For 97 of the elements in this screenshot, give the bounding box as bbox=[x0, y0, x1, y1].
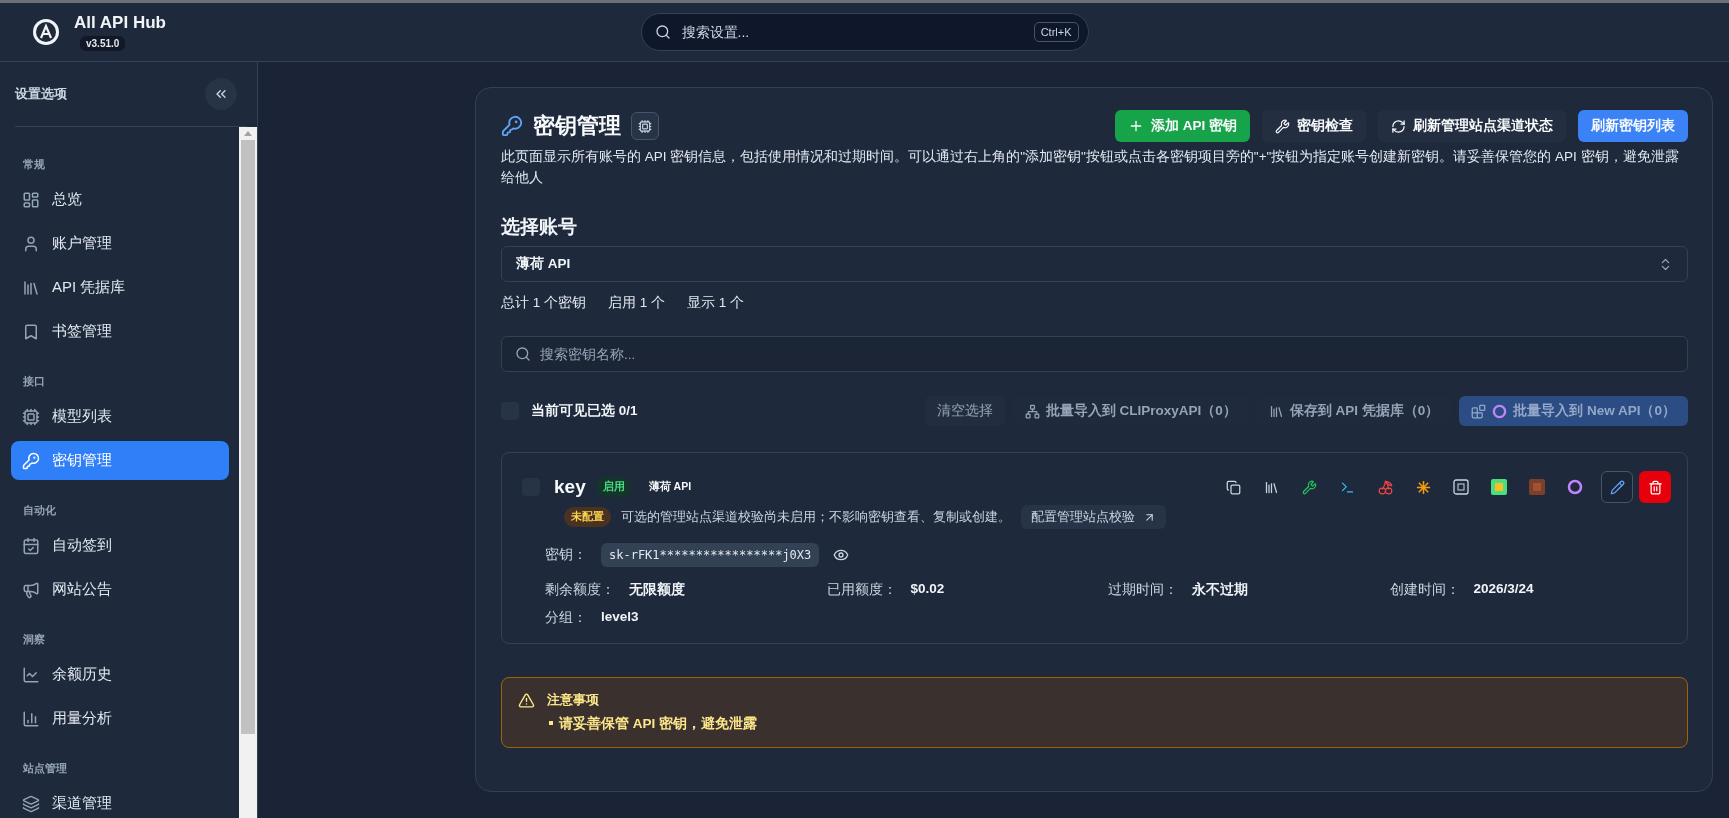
field-value: $0.02 bbox=[910, 581, 945, 598]
page-description: 此页面显示所有账号的 API 密钥信息，包括使用情况和过期时间。可以通过右上角的"添加密钥"按钮或点击各密钥项目旁的"+"按钮为指定账号创建新密钥。请妥善保管您的 API 密钥，避免泄露给他人 bbox=[501, 148, 1680, 187]
megaphone-icon bbox=[22, 580, 40, 599]
refresh-icon bbox=[1391, 118, 1406, 134]
sidebar-item[interactable]: 密钥管理 bbox=[11, 441, 229, 480]
notice-title: 注意事项 bbox=[547, 692, 600, 709]
terminal-icon bbox=[1339, 479, 1355, 495]
wrench-icon bbox=[1275, 118, 1290, 134]
field-label: 创建时间： bbox=[1389, 581, 1460, 599]
eye-icon bbox=[833, 547, 850, 563]
sidebar-item[interactable]: 模型列表 bbox=[11, 397, 229, 436]
scrollbar[interactable] bbox=[239, 127, 257, 818]
sidebar-item[interactable]: 用量分析 bbox=[11, 699, 229, 738]
chip-icon bbox=[638, 118, 652, 134]
field-value: 2026/3/24 bbox=[1473, 581, 1534, 598]
shortcut-hint: Ctrl+K bbox=[1033, 22, 1079, 42]
copy-icon bbox=[1225, 479, 1241, 495]
search-icon bbox=[515, 346, 531, 362]
plus-icon bbox=[1128, 118, 1144, 134]
field-label: 密钥： bbox=[545, 546, 587, 564]
sidebar-item[interactable]: 自动签到 bbox=[11, 526, 229, 565]
section-label: 常规 bbox=[22, 157, 46, 172]
selection-count: 当前可见已选 0/1 bbox=[531, 402, 638, 420]
collapse-button[interactable] bbox=[205, 78, 237, 110]
sidebar-item[interactable]: 书签管理 bbox=[11, 312, 229, 351]
ring-logo-icon bbox=[1492, 403, 1508, 419]
sidebar-item[interactable]: 总览 bbox=[11, 180, 229, 219]
key-name: key bbox=[554, 476, 586, 498]
field-value: 永不过期 bbox=[1192, 581, 1248, 599]
calendar-check-icon bbox=[22, 536, 40, 555]
cherry-icon bbox=[1377, 479, 1393, 495]
network-icon bbox=[1024, 403, 1040, 419]
sidebar-item[interactable]: API 凭据库 bbox=[11, 268, 229, 307]
section-label: 站点管理 bbox=[22, 761, 68, 776]
edit-button[interactable] bbox=[1601, 471, 1633, 503]
check-note: 可选的管理站点渠道校验尚未启用；不影响密钥查看、复制或创建。 bbox=[621, 508, 1011, 526]
square-logo-icon bbox=[1529, 479, 1545, 495]
blocks-icon bbox=[1471, 403, 1487, 419]
search-icon bbox=[654, 24, 671, 40]
show-key-button[interactable] bbox=[833, 547, 850, 563]
field-value: level3 bbox=[601, 609, 639, 626]
user-icon bbox=[22, 234, 40, 253]
section-label: 洞察 bbox=[22, 632, 46, 647]
warning-icon bbox=[518, 692, 535, 709]
key-icon bbox=[501, 115, 523, 137]
bar-chart-icon bbox=[22, 709, 40, 728]
logo-icon bbox=[32, 18, 60, 46]
library-icon bbox=[22, 278, 40, 297]
section-heading: 选择账号 bbox=[501, 215, 578, 239]
section-label: 自动化 bbox=[22, 503, 57, 518]
layers-icon bbox=[22, 794, 40, 813]
field-value: 无限额度 bbox=[629, 581, 685, 599]
notice-item: 请妥善保管 API 密钥，避免泄露 bbox=[547, 715, 757, 733]
action-button[interactable]: 密钥检查 bbox=[1262, 110, 1366, 142]
stat-text: 显示 1 个 bbox=[687, 294, 745, 312]
account-select[interactable]: 薄荷 API bbox=[501, 246, 1688, 282]
square-frame-icon bbox=[1453, 479, 1469, 495]
field-label: 分组： bbox=[545, 609, 587, 627]
wrench-icon bbox=[1301, 479, 1317, 495]
key-search-field[interactable]: 搜索密钥名称... bbox=[501, 336, 1688, 372]
key-icon bbox=[22, 451, 40, 470]
sidebar-item[interactable]: 余额历史 bbox=[11, 655, 229, 694]
chip-icon bbox=[22, 407, 40, 426]
version-badge: v3.51.0 bbox=[80, 36, 126, 51]
library-icon bbox=[1268, 403, 1284, 419]
check-status-badge: 未配置 bbox=[564, 507, 611, 527]
section-label: 接口 bbox=[22, 374, 46, 389]
line-chart-icon bbox=[22, 665, 40, 684]
status-badge: 启用 bbox=[595, 477, 632, 497]
chip-button[interactable] bbox=[631, 112, 659, 140]
delete-button[interactable] bbox=[1639, 471, 1671, 503]
configure-check-button[interactable]: 配置管理站点校验 bbox=[1021, 505, 1166, 529]
action-button[interactable]: 刷新管理站点渠道状态 bbox=[1378, 110, 1566, 142]
masked-key: sk-rFK1*****************j0X3 bbox=[601, 543, 820, 567]
sunburst-icon bbox=[1415, 479, 1431, 495]
stat-text: 总计 1 个密钥 bbox=[501, 294, 586, 312]
sidebar-item[interactable]: 渠道管理 bbox=[11, 784, 229, 818]
bookmark-icon bbox=[22, 322, 40, 341]
app-title: All API Hub bbox=[74, 13, 166, 33]
sidebar-item[interactable]: 账户管理 bbox=[11, 224, 229, 263]
bulk-action-button[interactable]: 清空选择 bbox=[924, 396, 1005, 426]
pencil-icon bbox=[1609, 479, 1625, 495]
sidebar-item[interactable]: 网站公告 bbox=[11, 570, 229, 609]
sidebar-title: 设置选项 bbox=[15, 85, 67, 103]
stat-text: 启用 1 个 bbox=[608, 294, 666, 312]
field-label: 已用额度： bbox=[826, 581, 897, 599]
library-icon bbox=[1263, 479, 1279, 495]
square-logo-icon bbox=[1491, 479, 1507, 495]
scroll-up-arrow-icon bbox=[244, 131, 252, 136]
trash-icon bbox=[1647, 479, 1663, 495]
ring-logo-icon bbox=[1567, 479, 1583, 495]
page-title: 密钥管理 bbox=[533, 112, 621, 140]
field-label: 过期时间： bbox=[1108, 581, 1178, 599]
field-label: 剩余额度： bbox=[545, 581, 615, 599]
action-button[interactable]: 刷新密钥列表 bbox=[1578, 110, 1688, 142]
dashboard-icon bbox=[22, 190, 40, 209]
bullet-icon bbox=[549, 720, 553, 725]
